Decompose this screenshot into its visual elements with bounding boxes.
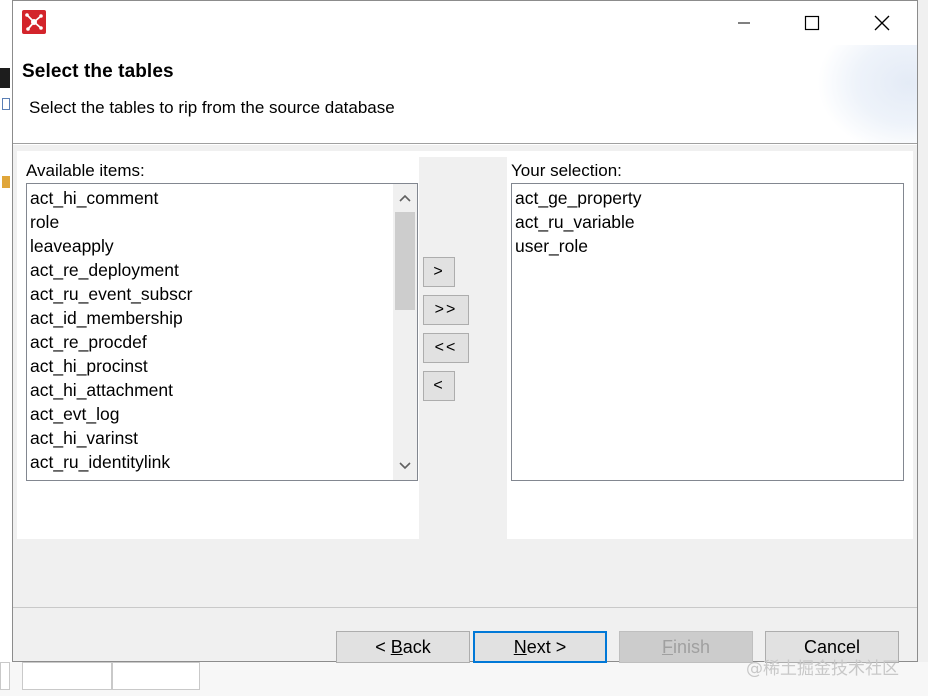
available-items-label: Available items: <box>26 161 145 180</box>
available-items-container: act_hi_comment role leaveapply act_re_deplo… <box>27 184 417 474</box>
maximize-icon <box>804 15 820 31</box>
list-item[interactable]: act_hi_comment <box>27 186 417 210</box>
header-decoration <box>817 45 917 143</box>
list-item[interactable]: act_ru_event_subscr <box>27 282 417 306</box>
list-item[interactable]: act_ge_property <box>512 186 903 210</box>
next-button-rest: ext > <box>526 636 567 657</box>
maximize-button[interactable] <box>789 1 835 45</box>
finish-button[interactable]: Finish <box>619 631 753 663</box>
next-button[interactable]: Next > <box>473 631 607 663</box>
minimize-button[interactable] <box>721 1 767 45</box>
finish-button-rest: inish <box>672 636 711 657</box>
next-button-mnemonic: N <box>513 636 527 657</box>
wizard-header: Select the tables Select the tables to r… <box>13 45 917 143</box>
chevron-up-icon <box>399 194 411 202</box>
background-fragment <box>0 68 10 88</box>
list-item[interactable]: act_re_procdef <box>27 330 417 354</box>
watermark: @稀土掘金技术社区 <box>746 659 899 679</box>
back-button[interactable]: < Back <box>336 631 470 663</box>
available-list-scrollbar[interactable] <box>393 184 417 480</box>
available-items-list[interactable]: act_hi_comment role leaveapply act_re_deplo… <box>26 183 418 481</box>
list-item[interactable]: leaveapply <box>27 234 417 258</box>
list-item[interactable]: act_hi_varinst <box>27 426 417 450</box>
table-selection-panel: Available items: act_hi_comment role leave… <box>17 151 913 539</box>
list-item[interactable]: act_ru_variable <box>512 210 903 234</box>
background-fragment <box>2 98 10 110</box>
background-fragment <box>0 662 10 690</box>
add-all-button[interactable]: >> <box>423 295 469 325</box>
close-icon <box>874 15 890 31</box>
list-item[interactable]: role <box>27 210 417 234</box>
background-fragment <box>2 176 10 188</box>
close-button[interactable] <box>859 1 905 45</box>
list-item[interactable]: act_evt_log <box>27 402 417 426</box>
scroll-thumb[interactable] <box>395 212 415 310</box>
remove-all-button[interactable]: << <box>423 333 469 363</box>
wizard-dialog: Select the tables Select the tables to r… <box>12 0 918 663</box>
back-button-mnemonic: B <box>390 636 403 657</box>
list-item[interactable]: act_re_deployment <box>27 258 417 282</box>
scroll-down-button[interactable] <box>393 454 417 478</box>
finish-button-mnemonic: F <box>661 636 673 657</box>
header-divider-highlight <box>13 144 917 145</box>
background-fragment <box>22 662 112 690</box>
minimize-icon <box>738 22 750 24</box>
background-fragment <box>112 662 200 690</box>
list-item[interactable]: act_ru_identitylink <box>27 450 417 474</box>
page-title: Select the tables <box>22 61 174 82</box>
list-item[interactable]: act_id_membership <box>27 306 417 330</box>
footer-divider <box>13 607 917 608</box>
list-item[interactable]: act_hi_procinst <box>27 354 417 378</box>
remove-selected-button[interactable]: < <box>423 371 455 401</box>
back-button-prefix: < <box>375 636 391 657</box>
back-button-rest: ack <box>402 636 431 657</box>
background-app-edge <box>0 0 12 696</box>
your-selection-label: Your selection: <box>511 161 622 180</box>
title-bar <box>13 1 917 45</box>
list-item[interactable]: act_hi_attachment <box>27 378 417 402</box>
transfer-buttons-column: > >> << < <box>419 157 507 539</box>
page-description: Select the tables to rip from the source… <box>29 98 395 117</box>
add-selected-button[interactable]: > <box>423 257 455 287</box>
scroll-up-button[interactable] <box>393 186 417 210</box>
chevron-down-icon <box>399 462 411 470</box>
selection-list[interactable]: act_ge_property act_ru_variable user_role <box>511 183 904 481</box>
selection-items-container: act_ge_property act_ru_variable user_role <box>512 184 903 258</box>
app-logo-icon <box>22 10 46 34</box>
list-item[interactable]: user_role <box>512 234 903 258</box>
